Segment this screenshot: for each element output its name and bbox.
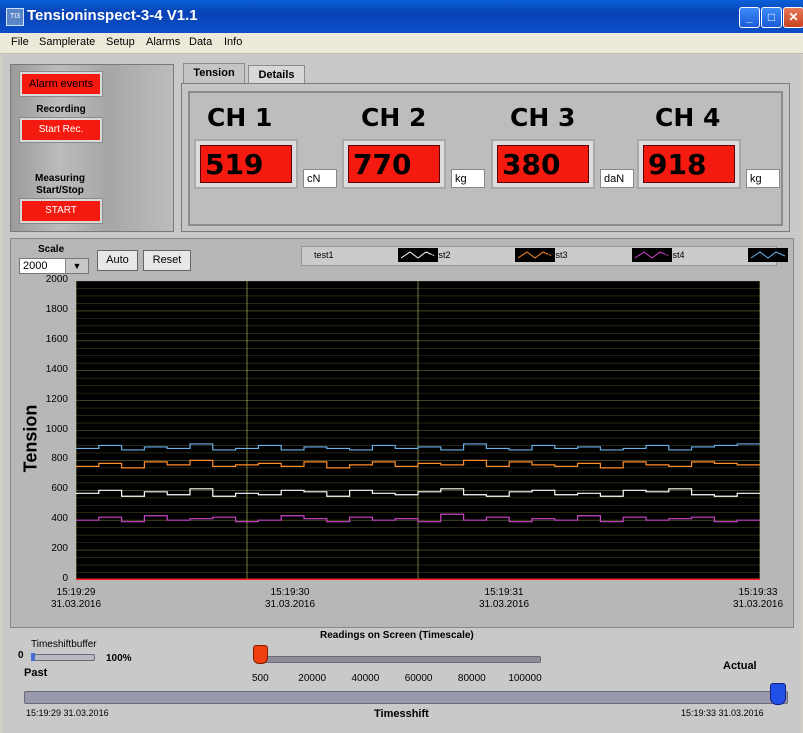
y-tick-label: 2000 (45, 274, 68, 285)
ch1-unit[interactable]: cN (303, 169, 337, 188)
timeshiftbuffer-label: Timeshiftbuffer (31, 639, 97, 650)
scale-label: Scale (38, 244, 65, 255)
actual-label: Actual (723, 660, 757, 672)
menu-bar: File Samplerate Setup Alarms Data Info (0, 33, 803, 54)
menu-info[interactable]: Info (224, 36, 242, 48)
window-title: Tensioninspect-3-4 V1.1 (27, 7, 198, 24)
y-tick-label: 1200 (45, 393, 68, 405)
x-tick-1-time: 15:19:30 (270, 587, 310, 598)
readings-tick-label: 40000 (351, 673, 380, 684)
ch2-display: 770 (342, 139, 446, 189)
timeshift-slider-thumb[interactable] (770, 683, 786, 705)
y-axis-label: Tension (20, 404, 41, 473)
buffer-min: 0 (18, 650, 24, 661)
y-tick-label: 200 (51, 543, 68, 555)
minimize-button[interactable]: _ (739, 7, 760, 28)
reset-button[interactable]: Reset (143, 250, 191, 271)
readings-tick-label: 60000 (404, 673, 433, 684)
readings-slider-thumb[interactable] (253, 645, 269, 664)
title-bar: TI3 Tensioninspect-3-4 V1.1 _ □ ✕ (0, 0, 803, 33)
x-tick-3-time: 15:19:33 (738, 587, 778, 598)
tab-details[interactable]: Details (248, 65, 305, 84)
y-tick-label: 1800 (45, 303, 68, 315)
legend-test4-swatch (748, 248, 788, 262)
ch1-value: 519 (200, 145, 292, 183)
legend-test4-label: test4 (665, 250, 685, 260)
ch4-unit[interactable]: kg (746, 169, 780, 188)
readings-tick-label: 500 (251, 673, 269, 684)
past-label: Past (24, 667, 48, 679)
tension-chart[interactable] (76, 281, 760, 580)
ch4-label: CH 4 (655, 103, 721, 132)
legend-test2-label: test2 (431, 250, 451, 260)
x-tick-0: 15:19:29 31.03.2016 (31, 587, 121, 611)
chevron-down-icon[interactable]: ▼ (65, 259, 88, 273)
timeshiftbuffer-fill (31, 653, 35, 661)
legend-test3-label: test3 (548, 250, 568, 260)
scale-value: 2000 (23, 260, 48, 272)
ch2-value: 770 (348, 145, 440, 183)
readings-label: Readings on Screen (Timescale) (320, 630, 474, 641)
start-rec-button[interactable]: Start Rec. (19, 117, 103, 143)
ch1-label: CH 1 (207, 103, 273, 132)
ch4-display: 918 (637, 139, 741, 189)
y-tick-label: 0 (62, 573, 68, 584)
menu-alarms[interactable]: Alarms (146, 36, 180, 48)
tab-tension[interactable]: Tension (183, 63, 245, 84)
y-tick-label: 400 (51, 513, 68, 525)
x-tick-2: 15:19:31 31.03.2016 (459, 587, 549, 611)
ch2-label: CH 2 (361, 103, 427, 132)
x-tick-2-time: 15:19:31 (484, 587, 524, 598)
timeshift-start: 15:19:29 31.03.2016 (26, 708, 109, 718)
scale-select[interactable]: 2000 ▼ (19, 258, 89, 274)
timeshiftbuffer-bar (31, 654, 95, 661)
y-tick-label: 800 (51, 453, 68, 465)
menu-setup[interactable]: Setup (106, 36, 135, 48)
menu-data[interactable]: Data (189, 36, 212, 48)
readings-tick-label: 80000 (457, 673, 486, 684)
timeshift-end: 15:19:33 31.03.2016 (681, 708, 764, 718)
y-tick-label: 1000 (45, 423, 68, 435)
alarm-events-button[interactable]: Alarm events (19, 71, 103, 97)
menu-file[interactable]: File (11, 36, 29, 48)
legend-test1-label: test1 (314, 250, 334, 260)
menu-samplerate[interactable]: Samplerate (39, 36, 95, 48)
x-tick-0-time: 15:19:29 (56, 587, 96, 598)
x-tick-2-date: 31.03.2016 (478, 599, 530, 610)
maximize-button[interactable]: □ (761, 7, 782, 28)
ch3-display: 380 (491, 139, 595, 189)
measuring-label: Measuring Start/Stop (34, 173, 85, 196)
auto-button[interactable]: Auto (97, 250, 138, 271)
y-tick-label: 1400 (45, 363, 68, 375)
legend: test1 test2 test3 test4 (301, 246, 788, 266)
timeshift-slider-track[interactable] (24, 691, 788, 704)
timeshift-label: Timesshift (374, 708, 429, 720)
y-tick-label: 600 (51, 483, 68, 495)
x-tick-3-date: 31.03.2016 (732, 599, 784, 610)
x-tick-1: 15:19:30 31.03.2016 (245, 587, 335, 611)
ch4-value: 918 (643, 145, 735, 183)
ch3-unit[interactable]: daN (600, 169, 634, 188)
x-tick-1-date: 31.03.2016 (264, 599, 316, 610)
ch2-unit[interactable]: kg (451, 169, 485, 188)
buffer-max: 100% (106, 653, 132, 664)
ch3-value: 380 (497, 145, 589, 183)
ch1-display: 519 (194, 139, 298, 189)
recording-label: Recording (36, 104, 86, 115)
start-button[interactable]: START (19, 198, 103, 224)
close-button[interactable]: ✕ (783, 7, 803, 28)
readings-tick-label: 100000 (508, 673, 542, 684)
readings-tick-label: 20000 (298, 673, 327, 684)
app-icon: TI3 (6, 8, 24, 26)
ch3-label: CH 3 (510, 103, 576, 132)
x-tick-0-date: 31.03.2016 (50, 599, 102, 610)
readings-slider-track[interactable] (259, 656, 541, 663)
x-tick-3: 15:19:33 31.03.2016 (713, 587, 803, 611)
y-tick-label: 1600 (45, 333, 68, 345)
